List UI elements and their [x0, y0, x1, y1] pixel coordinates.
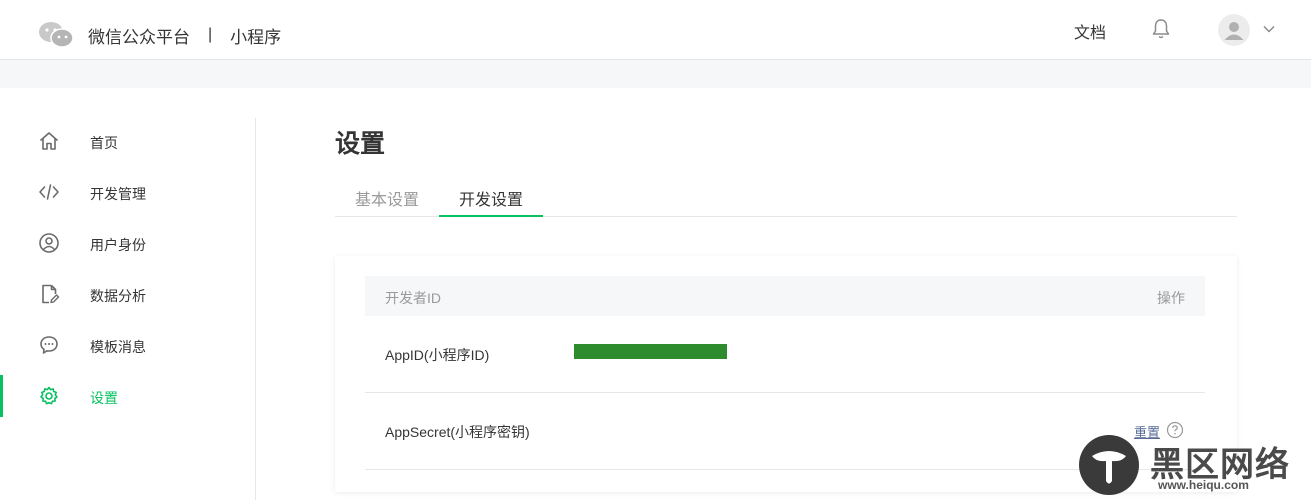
brand-name: 微信公众平台: [88, 27, 190, 47]
tab-basic-settings[interactable]: 基本设置: [335, 176, 439, 217]
table-header: 开发者ID 操作: [365, 276, 1205, 316]
chat-bubble-icon: [40, 336, 58, 354]
avatar-icon[interactable]: [1218, 14, 1250, 46]
sidebar-item-home[interactable]: 首页: [0, 120, 255, 162]
chevron-down-icon[interactable]: [1262, 22, 1276, 36]
sidebar-item-user-identity[interactable]: 用户身份: [0, 222, 255, 264]
tab-dev-settings[interactable]: 开发设置: [439, 176, 543, 217]
sidebar-item-label: 设置: [90, 390, 118, 406]
sidebar-item-label: 模板消息: [90, 339, 146, 355]
sidebar-item-dev-management[interactable]: 开发管理: [0, 171, 255, 213]
watermark-url: www.heiqu.com: [1158, 478, 1249, 492]
page-title: 设置: [335, 130, 386, 158]
product-name: 小程序: [230, 27, 282, 47]
user-circle-icon: [39, 233, 59, 253]
sidebar-item-label: 用户身份: [90, 237, 146, 253]
bell-icon[interactable]: [1151, 18, 1171, 40]
sidebar-item-label: 开发管理: [90, 186, 146, 202]
watermark-logo-icon: [1079, 435, 1139, 495]
appid-label: AppID(小程序ID): [385, 347, 490, 363]
table-row-appid: AppID(小程序ID): [365, 316, 1205, 393]
wechat-logo-icon: [39, 22, 74, 48]
sidebar-item-data-analysis[interactable]: 数据分析: [0, 273, 255, 315]
column-header-actions: 操作: [1157, 290, 1185, 306]
gear-icon: [40, 386, 58, 405]
sidebar: 首页 开发管理 用户身份 数据分析 模板消息 设置: [0, 118, 256, 500]
brand[interactable]: 微信公众平台 | 小程序: [38, 18, 281, 52]
sidebar-item-label: 数据分析: [90, 288, 146, 304]
docs-link[interactable]: 文档: [1074, 19, 1106, 43]
column-header-developer-id: 开发者ID: [385, 290, 441, 306]
sidebar-item-label: 首页: [90, 135, 118, 151]
watermark: 黑区网络 www.heiqu.com: [1078, 434, 1303, 496]
top-band: [0, 60, 1311, 88]
brand-separator: |: [208, 26, 213, 43]
appid-value-redacted: [574, 344, 727, 359]
sidebar-item-settings[interactable]: 设置: [0, 375, 255, 417]
code-icon: [39, 184, 59, 200]
appsecret-label: AppSecret(小程序密钥): [385, 424, 530, 440]
sidebar-item-template-messages[interactable]: 模板消息: [0, 324, 255, 366]
home-icon: [39, 132, 59, 150]
document-edit-icon: [42, 284, 60, 304]
tab-bar: 基本设置 开发设置: [335, 176, 1237, 217]
top-header: 微信公众平台 | 小程序 文档: [0, 0, 1311, 60]
